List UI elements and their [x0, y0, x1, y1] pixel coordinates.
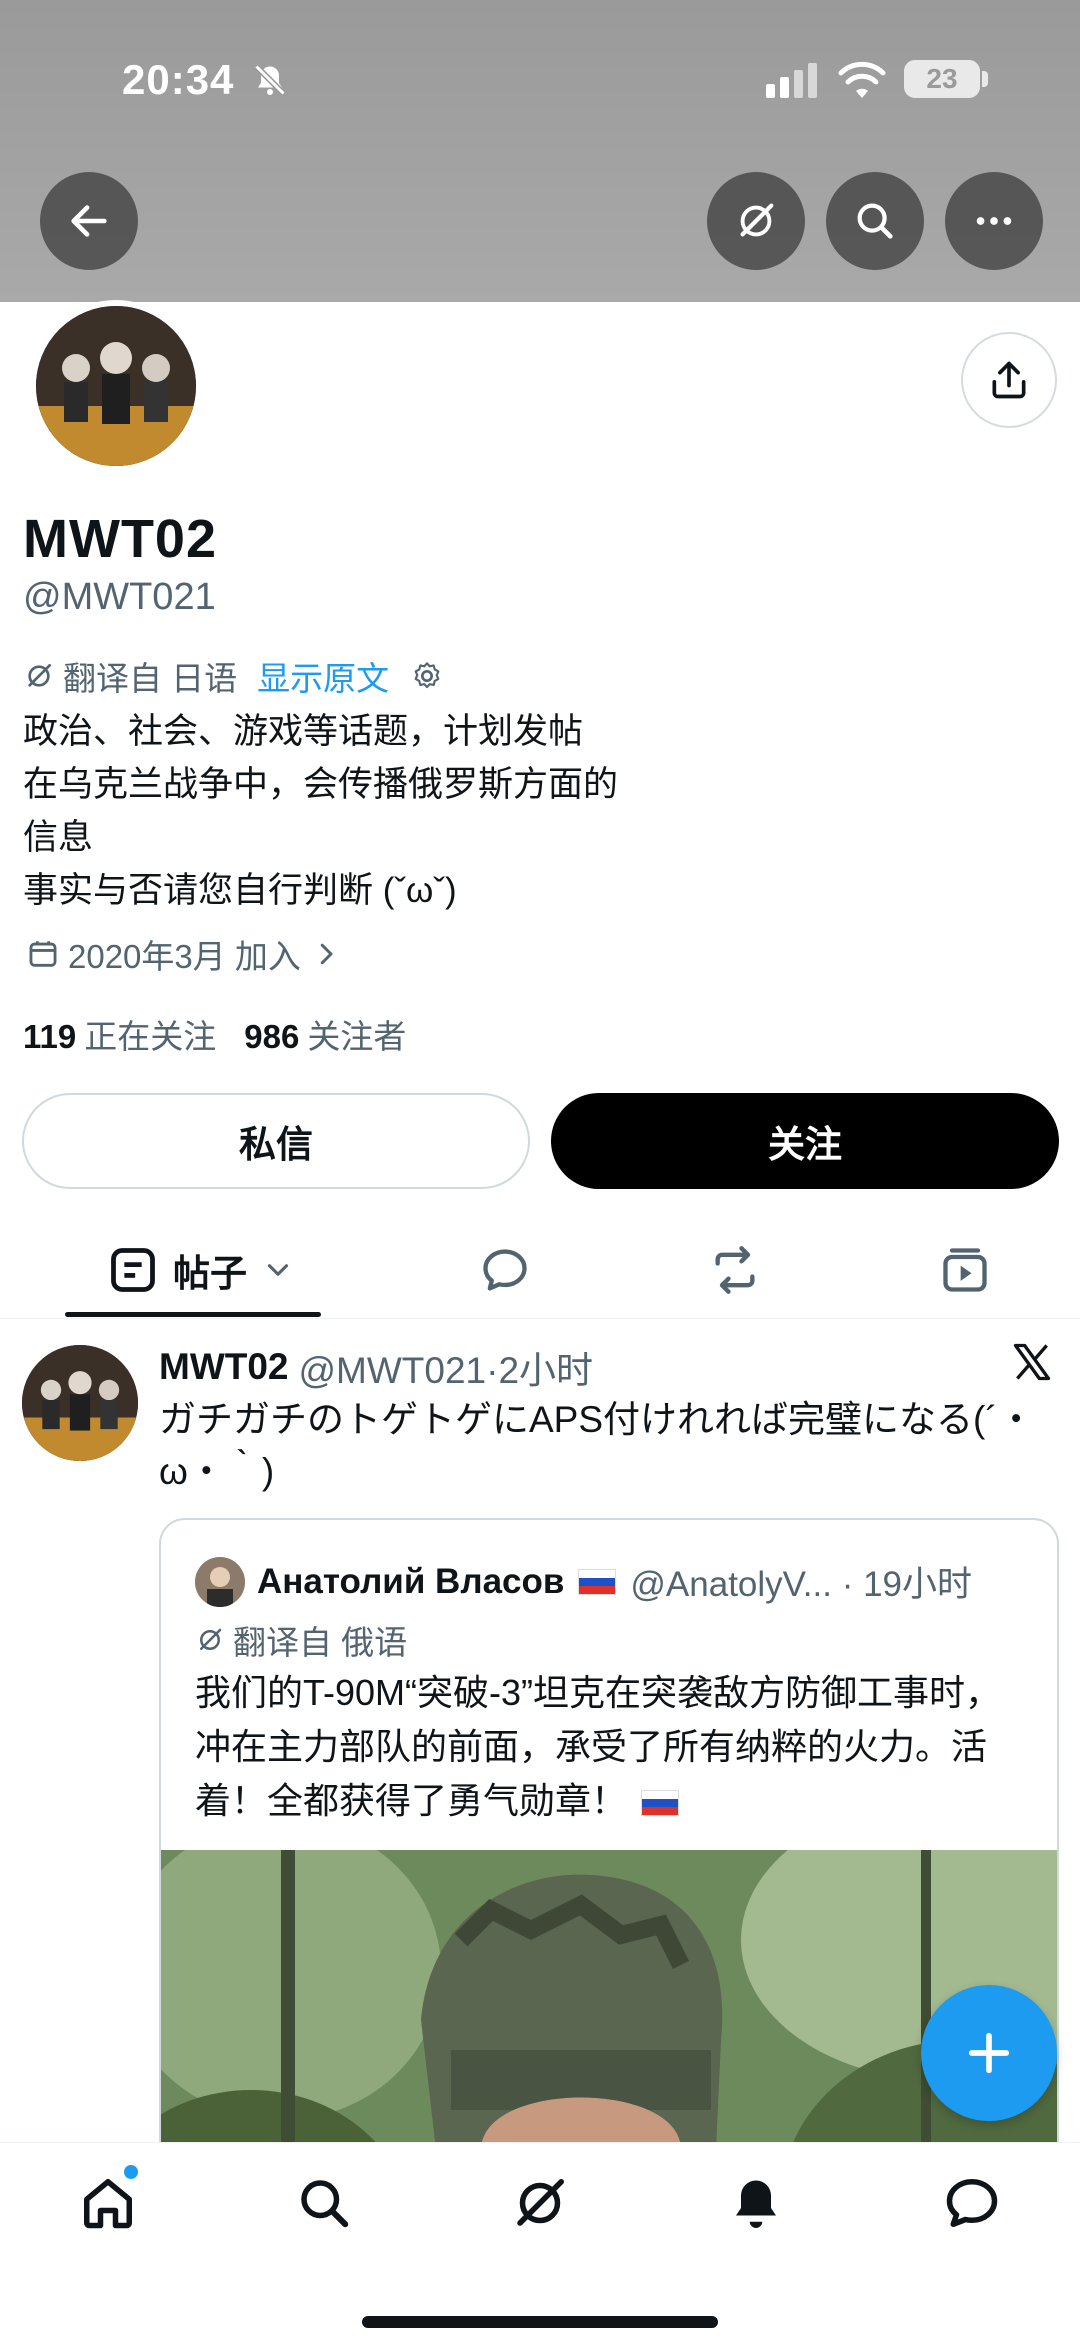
post-avatar-image [22, 1345, 138, 1461]
following-link[interactable]: 119 正在关注 [23, 1010, 216, 1058]
profile-bio: 政治、社会、游戏等话题，计划发帖 在乌克兰战争中，会传播俄罗斯方面的 信息 事实… [23, 705, 618, 917]
tab-media[interactable] [930, 1220, 1000, 1320]
bell-icon [736, 2180, 776, 2228]
more-icon [976, 217, 1012, 225]
quoted-translation-row: 翻译自 俄语 [195, 1616, 407, 1664]
following-label: 正在关注 [84, 1018, 217, 1055]
translate-icon [28, 664, 51, 687]
translated-from-label: 翻译自 日语 [63, 660, 238, 697]
plus-icon [968, 2032, 1010, 2074]
share-button[interactable] [961, 332, 1057, 428]
wifi-icon [838, 61, 886, 98]
back-button[interactable] [40, 172, 138, 270]
quoted-translated-from: 翻译自 俄语 [233, 1624, 408, 1661]
compose-button[interactable] [921, 1985, 1057, 2121]
post-author-name[interactable]: MWT02 [159, 1346, 289, 1388]
nav-grok[interactable] [510, 2173, 570, 2233]
profile-tabs: 帖子 [0, 1220, 1080, 1320]
calendar-icon [29, 941, 57, 967]
home-icon [84, 2179, 132, 2229]
russia-flag-icon [641, 1790, 680, 1817]
translate-icon [200, 1628, 222, 1650]
grok-icon [517, 2179, 564, 2226]
home-notification-dot [124, 2165, 138, 2179]
signal-icon [766, 63, 817, 98]
show-original-link[interactable]: 显示原文 [257, 652, 389, 700]
quoted-text: 我们的T-90M“突破-3”坦克在突袭敌方防御工事时，冲在主力部队的前面，承受了… [195, 1666, 1035, 1828]
quoted-meta: @AnatolyV... · 19小时 [630, 1565, 973, 1604]
followers-link[interactable]: 986 关注者 [244, 1010, 406, 1058]
russia-flag-icon [578, 1568, 617, 1595]
bio-line: 信息 [23, 818, 94, 857]
quoted-author-name: Анатолий Власов [257, 1561, 565, 1601]
search-icon [301, 2180, 349, 2228]
profile-avatar[interactable] [30, 300, 202, 472]
tabs-divider [0, 1318, 1080, 1319]
bell-off-icon [254, 64, 286, 96]
share-icon [992, 361, 1026, 399]
joined-date: 2020年3月 加入 [68, 938, 301, 975]
quoted-post-header: Анатолий Власов @AnatolyV... · 19小时 [195, 1556, 972, 1607]
status-time: 20:34 [122, 56, 235, 103]
active-tab-indicator [65, 1312, 321, 1317]
tab-replies[interactable] [470, 1220, 540, 1320]
message-button[interactable]: 私信 [22, 1093, 530, 1189]
profile-handle: @MWT021 [23, 576, 216, 618]
gear-icon[interactable] [411, 660, 443, 692]
chat-icon [946, 2179, 998, 2227]
followers-count: 986 [244, 1018, 300, 1055]
bio-line: 在乌克兰战争中，会传播俄罗斯方面的 [23, 765, 619, 804]
arrow-left-icon [71, 205, 107, 237]
media-icon [943, 1248, 987, 1292]
bio-line: 事实与否请您自行判断 (ˇωˇ) [23, 871, 457, 910]
followers-label: 关注者 [307, 1018, 407, 1055]
profile-banner [0, 0, 1080, 302]
tab-posts-label: 帖子 [173, 1253, 247, 1294]
bio-translation-row: 翻译自 日语 显示原文 [23, 652, 443, 700]
profile-display-name: MWT02 [23, 509, 217, 569]
post-text: ガチガチのトゲトゲにAPS付けれれば完璧になる(´・ω・｀) [159, 1399, 1035, 1492]
follow-stats: 119 正在关注 986 关注者 [23, 1010, 406, 1058]
battery-indicator: 23 [904, 60, 980, 98]
battery-tip [982, 71, 988, 87]
posts-icon [111, 1248, 155, 1292]
joined-date-row[interactable]: 2020年3月 加入 [26, 930, 349, 978]
search-icon [857, 203, 893, 239]
quoted-text-body: 我们的T-90M“突破-3”坦克在突袭敌方防御工事时，冲在主力部队的前面，承受了… [195, 1672, 1002, 1821]
nav-search[interactable] [294, 2173, 354, 2233]
tab-posts[interactable]: 帖子 [96, 1220, 306, 1320]
following-count: 119 [23, 1018, 77, 1055]
nav-home[interactable] [78, 2173, 138, 2233]
repost-icon [715, 1246, 755, 1294]
home-indicator [362, 2316, 718, 2328]
nav-notifications[interactable] [726, 2173, 786, 2233]
reply-icon [483, 1249, 527, 1291]
post-meta: @MWT021·2小时 [298, 1350, 594, 1391]
chevron-down-icon [267, 1264, 289, 1276]
avatar-image [36, 306, 196, 466]
nav-messages[interactable] [942, 2173, 1002, 2233]
grok-button[interactable] [707, 172, 805, 270]
follow-button[interactable]: 关注 [551, 1093, 1059, 1189]
more-button[interactable] [945, 172, 1043, 270]
bio-line: 政治、社会、游戏等话题，计划发帖 [23, 712, 584, 751]
post-avatar[interactable] [22, 1345, 138, 1461]
grok-icon [740, 203, 774, 237]
tab-reposts[interactable] [700, 1220, 770, 1320]
post-header: MWT02 @MWT021·2小时 [159, 1340, 593, 1394]
x-logo-icon [1013, 1343, 1051, 1381]
chevron-right-icon [320, 943, 333, 965]
quoted-avatar [195, 1556, 245, 1607]
search-button[interactable] [826, 172, 924, 270]
